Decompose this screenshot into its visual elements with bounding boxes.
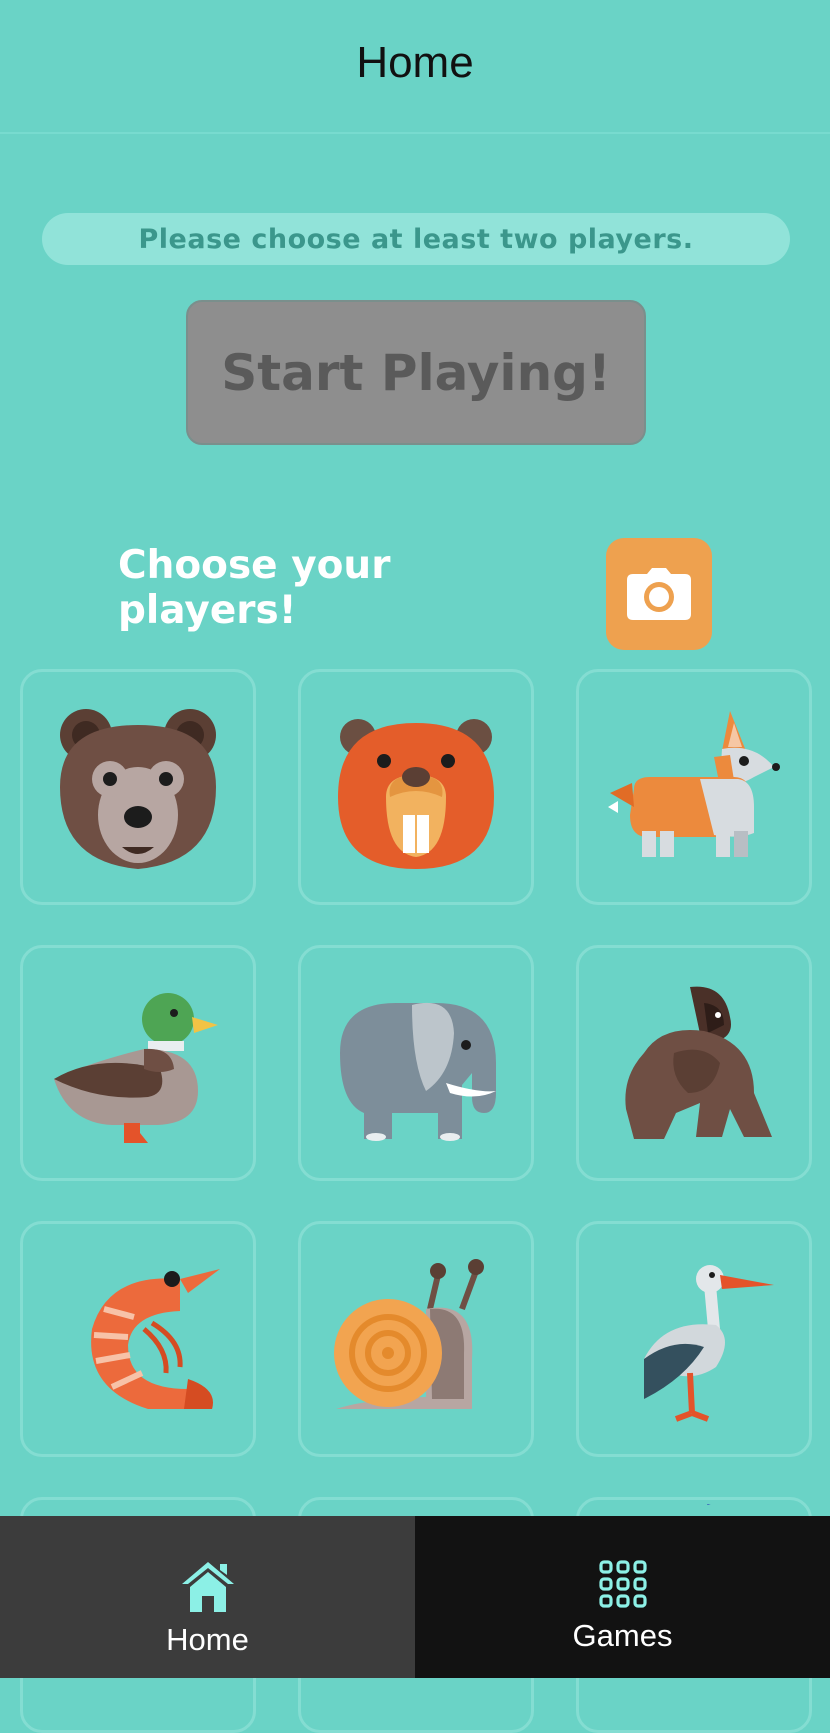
- grid-icon: [598, 1560, 647, 1608]
- bear-icon: [60, 709, 216, 869]
- player-card-snail[interactable]: [298, 1221, 534, 1457]
- player-card-duck[interactable]: [20, 945, 256, 1181]
- home-icon: [181, 1562, 234, 1612]
- start-playing-button[interactable]: Start Playing!: [186, 300, 646, 445]
- player-card-stork[interactable]: [576, 1221, 812, 1457]
- snail-icon: [334, 1259, 484, 1409]
- camera-button[interactable]: [606, 538, 712, 650]
- player-card-gorilla[interactable]: [576, 945, 812, 1181]
- nav-label-home: Home: [166, 1622, 249, 1657]
- nav-item-games[interactable]: Games: [415, 1516, 830, 1678]
- players-notice: Please choose at least two players.: [42, 213, 790, 265]
- player-card-shrimp[interactable]: [20, 1221, 256, 1457]
- player-card-beaver[interactable]: [298, 669, 534, 905]
- corgi-icon: [608, 711, 780, 857]
- shrimp-icon: [91, 1269, 220, 1409]
- app-header: Home: [0, 0, 830, 134]
- camera-icon: [627, 568, 691, 620]
- player-card-bear[interactable]: [20, 669, 256, 905]
- beaver-icon: [338, 719, 494, 869]
- choose-players-label: Choose your players!: [118, 543, 391, 633]
- duck-icon: [54, 993, 218, 1143]
- stork-icon: [644, 1265, 774, 1422]
- player-card-elephant[interactable]: [298, 945, 534, 1181]
- gorilla-icon: [625, 986, 772, 1139]
- player-card-corgi[interactable]: [576, 669, 812, 905]
- nav-label-games: Games: [572, 1618, 673, 1653]
- page-title: Home: [356, 38, 474, 87]
- bottom-nav: Home Games: [0, 1516, 830, 1678]
- elephant-icon: [340, 1002, 496, 1141]
- nav-item-home[interactable]: Home: [0, 1516, 415, 1678]
